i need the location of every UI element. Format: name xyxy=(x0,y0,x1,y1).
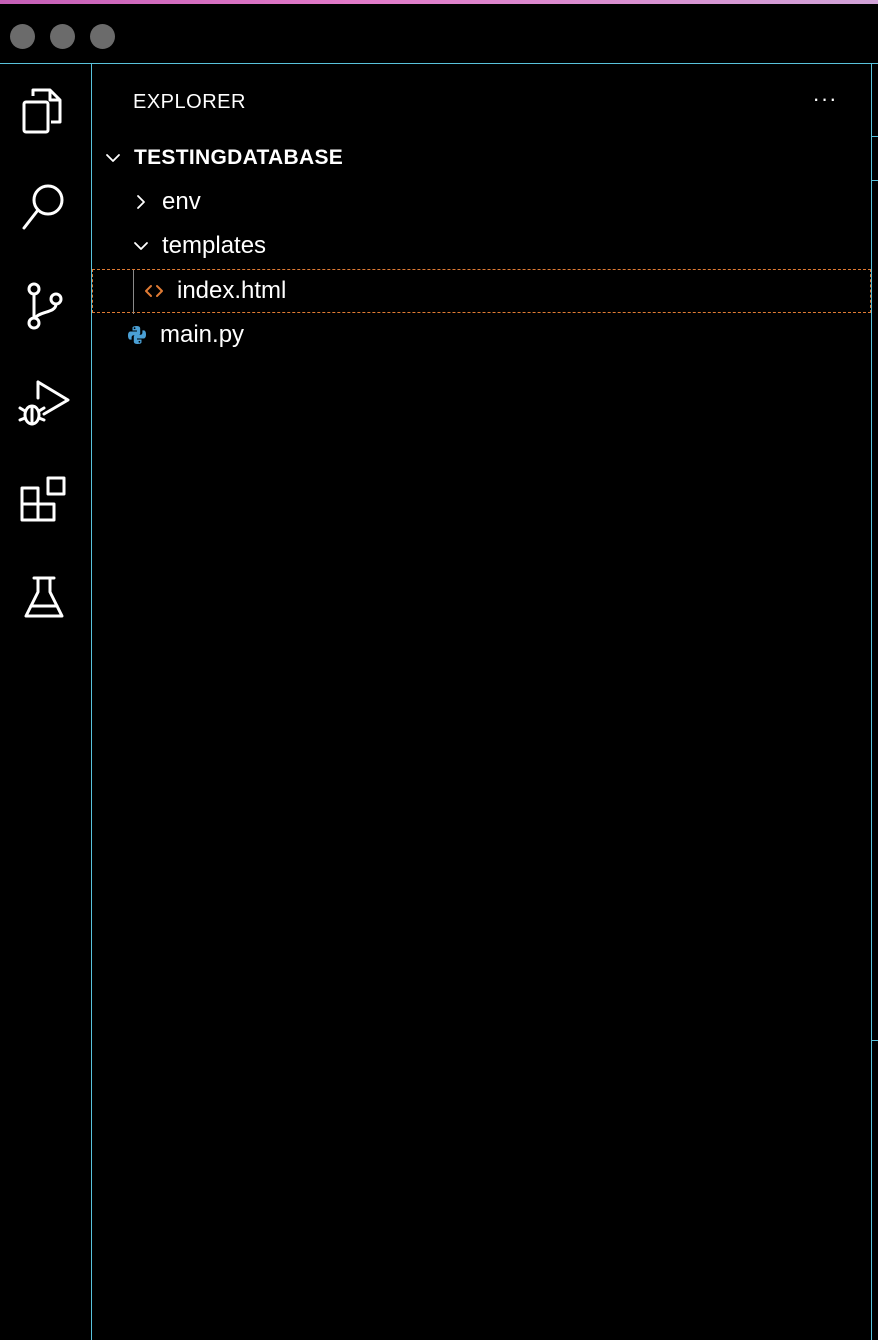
editor-edge-mark xyxy=(872,136,878,137)
tree-item-env[interactable]: env xyxy=(92,180,871,224)
tree-item-index-html[interactable]: index.html xyxy=(92,269,871,314)
activity-bar xyxy=(0,64,92,1340)
editor-edge-mark xyxy=(872,180,878,181)
search-icon[interactable] xyxy=(16,178,72,234)
tree-item-main-py[interactable]: main.py xyxy=(92,313,871,357)
title-bar xyxy=(0,4,878,64)
tree-item-label: templates xyxy=(162,232,267,259)
tree-item-label: index.html xyxy=(177,277,287,304)
explorer-title: EXPLORER xyxy=(133,91,246,113)
run-debug-icon[interactable] xyxy=(16,374,72,430)
indent-guide xyxy=(133,270,134,314)
chevron-down-icon xyxy=(132,237,150,255)
tree-item-label: env xyxy=(162,188,201,215)
extensions-icon[interactable] xyxy=(16,472,72,528)
files-icon[interactable] xyxy=(16,82,72,138)
python-icon xyxy=(126,324,148,346)
editor-edge xyxy=(872,64,878,1340)
minimize-window-button[interactable] xyxy=(50,24,75,49)
root-folder-label: TESTINGDATABASE xyxy=(134,146,344,169)
close-window-button[interactable] xyxy=(10,24,35,49)
chevron-down-icon xyxy=(104,149,122,167)
flask-icon[interactable] xyxy=(16,570,72,626)
editor-edge-mark xyxy=(872,1040,878,1041)
tree-item-label: main.py xyxy=(160,321,245,348)
source-control-icon[interactable] xyxy=(16,277,72,333)
explorer-sidebar: EXPLORER ··· TESTINGDATABASE env templat… xyxy=(92,64,872,1340)
more-actions-button[interactable]: ··· xyxy=(807,84,843,114)
chevron-right-icon xyxy=(132,193,150,211)
vscode-window: EXPLORER ··· TESTINGDATABASE env templat… xyxy=(0,0,878,1340)
root-folder-row[interactable]: TESTINGDATABASE xyxy=(92,136,871,180)
tree-item-templates[interactable]: templates xyxy=(92,224,871,268)
zoom-window-button[interactable] xyxy=(90,24,115,49)
html-icon xyxy=(143,280,165,302)
